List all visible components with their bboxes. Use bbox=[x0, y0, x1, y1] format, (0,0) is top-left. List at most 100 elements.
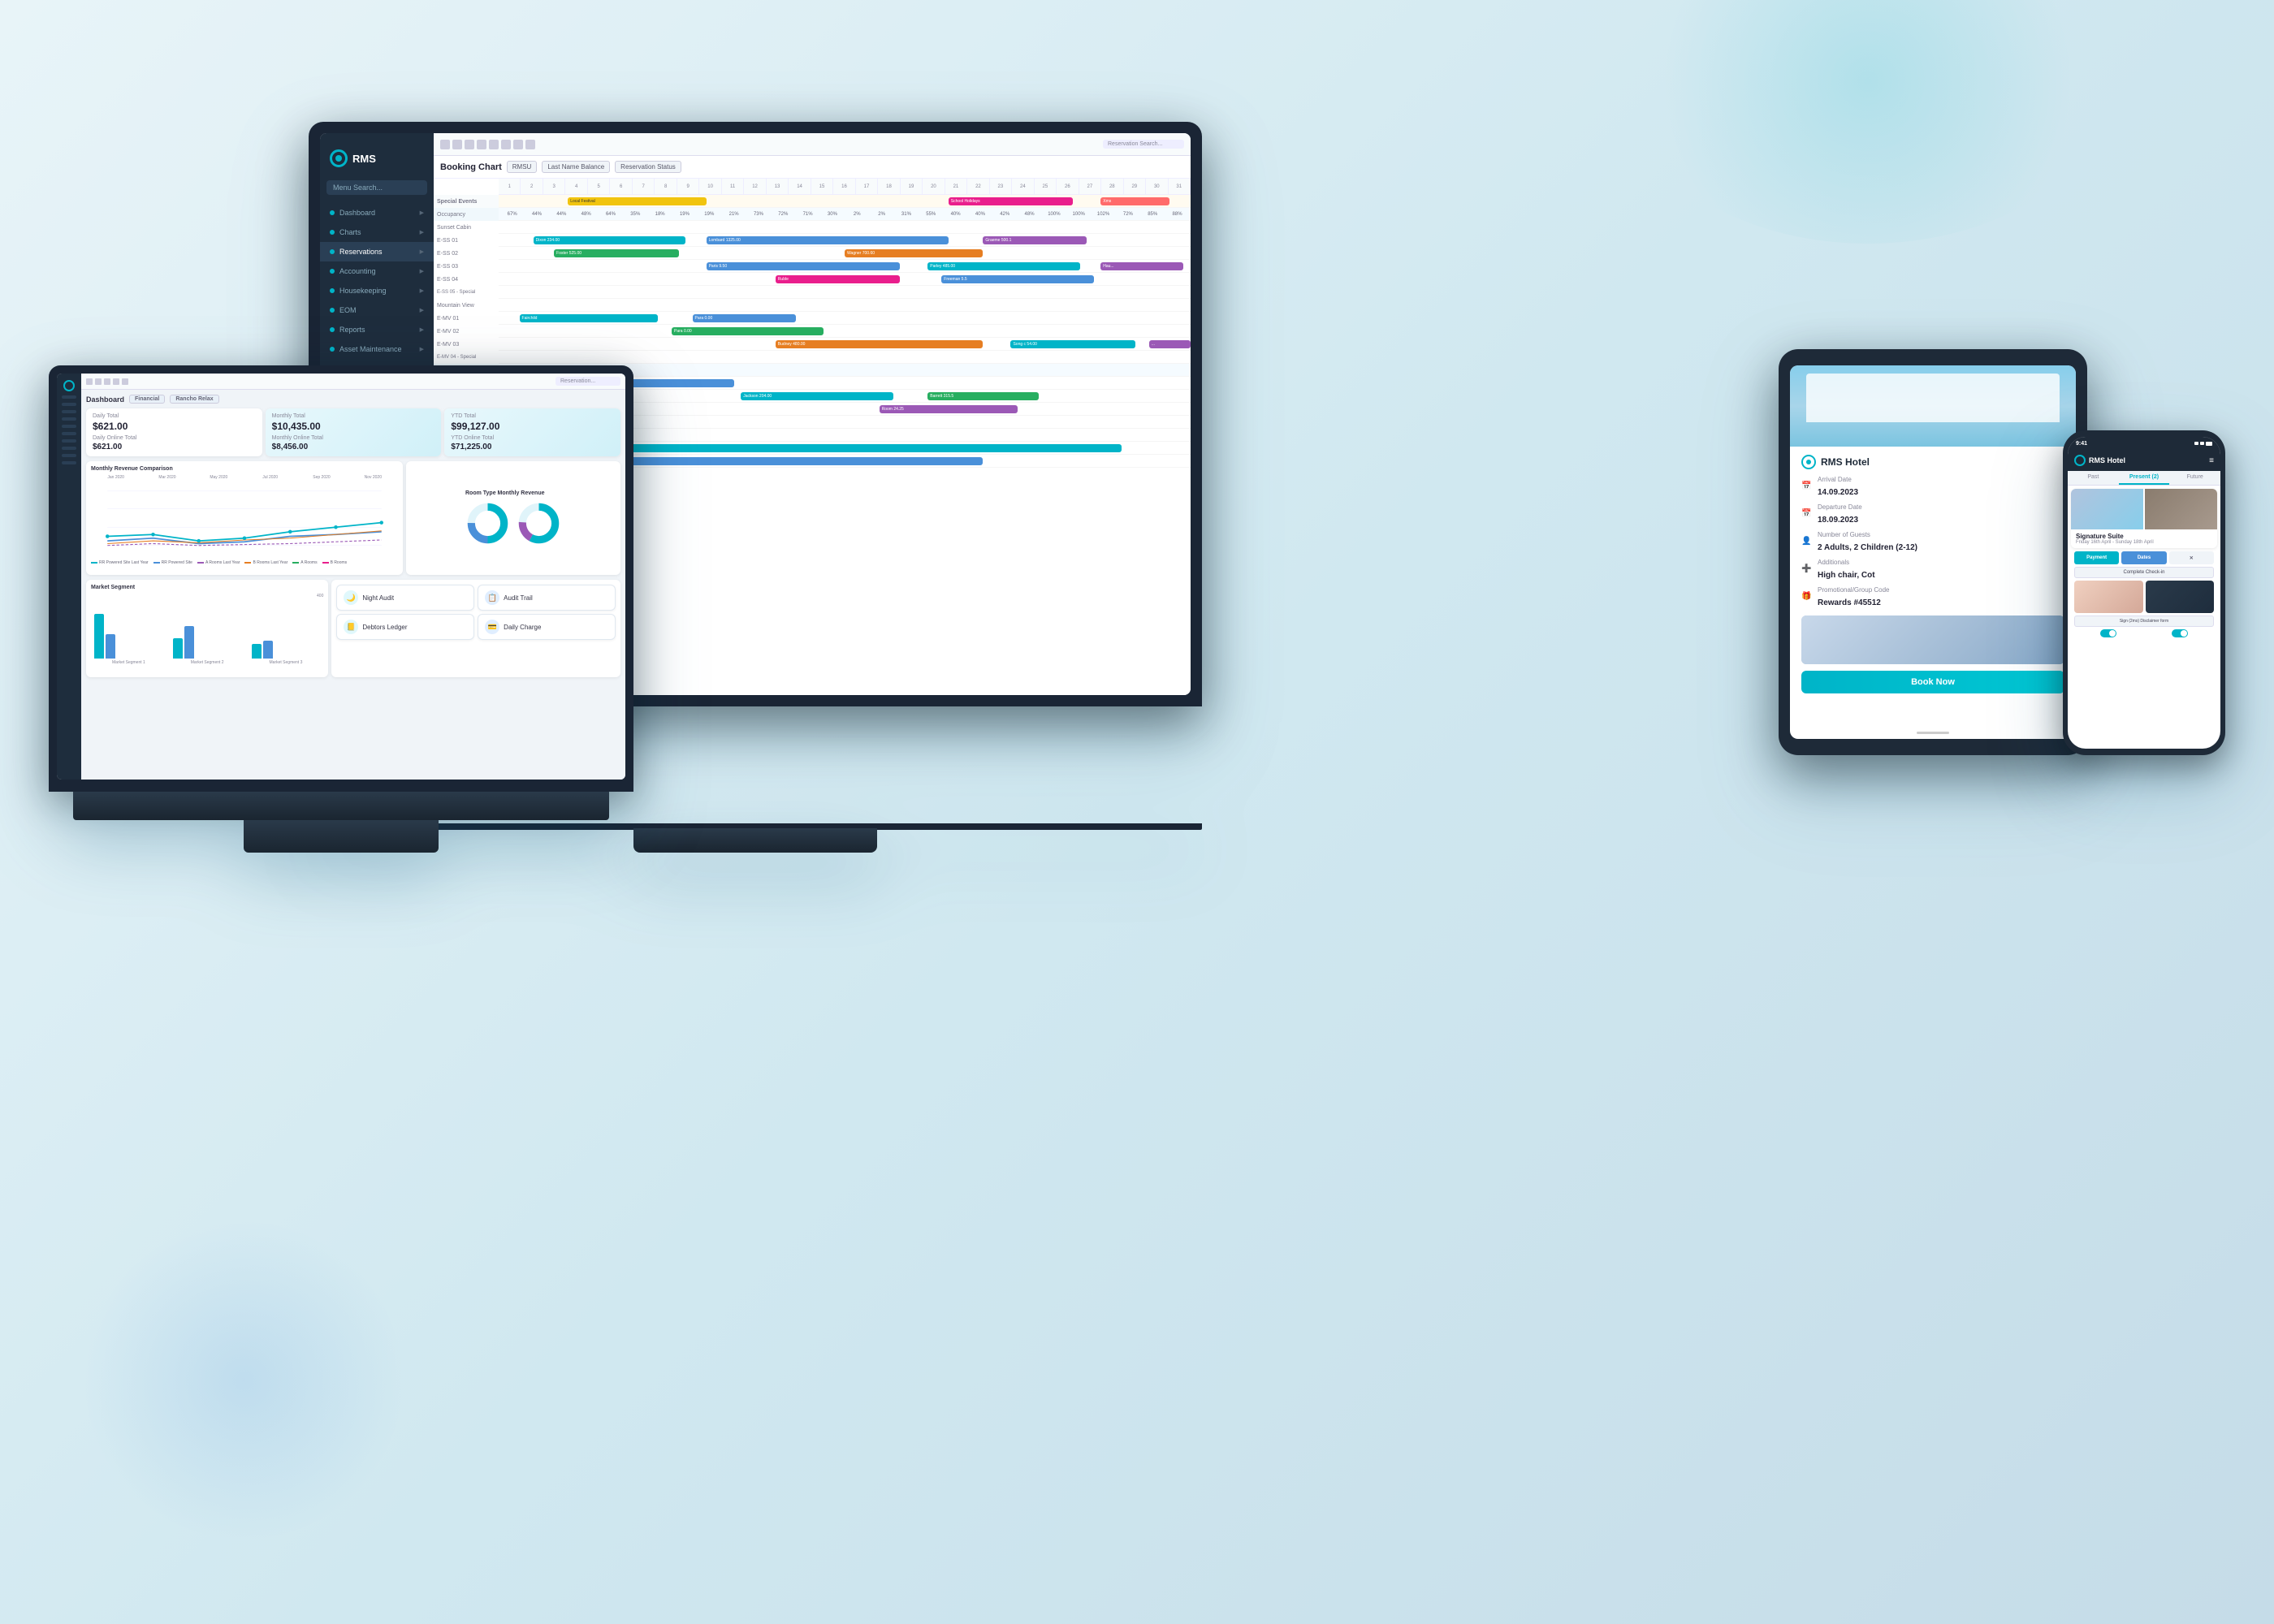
topbar-icon-5 bbox=[489, 140, 499, 149]
bar-xmas[interactable]: Xms bbox=[1100, 197, 1169, 205]
bar-ss03-2[interactable]: Parley 485.00 bbox=[927, 262, 1079, 270]
bar-ss02-2[interactable]: Wagner 700.60 bbox=[845, 249, 983, 257]
logo-inner-icon bbox=[335, 155, 342, 162]
date-20: 20 bbox=[923, 179, 945, 194]
market-segment-card: Market Segment 400 bbox=[86, 580, 328, 677]
small-nav-4[interactable] bbox=[62, 417, 76, 421]
debtors-ledger-label: Debtors Ledger bbox=[362, 624, 407, 631]
bar-mv01-1[interactable]: Fairchild bbox=[520, 314, 658, 322]
balance-filter[interactable]: Last Name Balance bbox=[542, 161, 610, 173]
small-nav-1[interactable] bbox=[62, 395, 76, 399]
payment-btn[interactable]: Payment bbox=[2074, 551, 2119, 564]
date-18: 18 bbox=[878, 179, 900, 194]
bar-mv01-2[interactable]: Para 0.00 bbox=[693, 314, 797, 322]
phone-tab-past[interactable]: Past bbox=[2068, 471, 2119, 485]
dates-btn[interactable]: Dates bbox=[2121, 551, 2166, 564]
debtors-ledger-btn[interactable]: 📒 Debtors Ledger bbox=[336, 614, 474, 640]
bar-ps02-1[interactable]: Jackson 204.00 bbox=[741, 392, 893, 400]
status-filter[interactable]: Reservation Status bbox=[615, 161, 681, 173]
charts-row: Monthly Revenue Comparison Jan 2020 Mar … bbox=[86, 461, 620, 575]
row-label-5: E-SS 04 bbox=[434, 273, 499, 286]
dash-filter-property[interactable]: Rancho Relax bbox=[170, 395, 218, 404]
topbar-icon-1 bbox=[440, 140, 450, 149]
line-chart-title: Monthly Revenue Comparison bbox=[91, 466, 398, 472]
stat-daily-label: Daily Total bbox=[93, 413, 256, 419]
topbar-icon-7 bbox=[513, 140, 523, 149]
dash-filter-financial[interactable]: Financial bbox=[129, 395, 165, 404]
bar-ss02-1[interactable]: Foster 525.00 bbox=[554, 249, 678, 257]
mini-img-2 bbox=[2146, 581, 2215, 613]
topbar-icons bbox=[440, 140, 535, 149]
small-nav-3[interactable] bbox=[62, 410, 76, 413]
property-filter[interactable]: RMSU bbox=[507, 161, 538, 173]
row-label-6: E-SS 05 - Special bbox=[434, 286, 499, 299]
arrival-date-label: Arrival Date bbox=[1818, 476, 1858, 483]
toggle-switch-2[interactable] bbox=[2172, 629, 2188, 637]
sign-form-btn[interactable]: Sign (2ms) Disclaimer form bbox=[2074, 615, 2214, 627]
legend-5: A Rooms bbox=[292, 560, 317, 565]
room-name: Signature Suite bbox=[2076, 533, 2212, 540]
small-nav-9[interactable] bbox=[62, 454, 76, 457]
small-nav-2[interactable] bbox=[62, 403, 76, 406]
bar-mv03-2[interactable]: Song c 54.00 bbox=[1010, 340, 1135, 348]
sidebar-search[interactable]: Menu Search... bbox=[326, 180, 427, 195]
bar-ss04-1[interactable]: Ruble bbox=[776, 275, 900, 283]
toggle-switch-1[interactable] bbox=[2100, 629, 2116, 637]
sidebar-dot-charts bbox=[330, 230, 335, 235]
dashboard-area: Dashboard Financial Rancho Relax Daily T… bbox=[81, 390, 625, 780]
sidebar-item-housekeeping[interactable]: Housekeeping ▶ bbox=[320, 281, 434, 300]
bar-ss01-2[interactable]: Lombard 1325.00 bbox=[707, 236, 949, 244]
arrival-date-value: 14.09.2023 bbox=[1818, 488, 1858, 497]
additionals-icon: ➕ bbox=[1801, 564, 1813, 576]
donut-chart-title: Room Type Monthly Revenue bbox=[465, 490, 561, 496]
bar-school-holidays[interactable]: School Holidays bbox=[949, 197, 1073, 205]
night-audit-btn[interactable]: 🌙 Night Audit bbox=[336, 585, 474, 611]
close-btn[interactable]: ✕ bbox=[2169, 551, 2214, 564]
bar-segment3-col2 bbox=[263, 641, 273, 659]
bar-ss01-3[interactable]: Graeme 500.1 bbox=[983, 236, 1087, 244]
sidebar-item-dashboard[interactable]: Dashboard ▶ bbox=[320, 203, 434, 222]
date-9: 9 bbox=[677, 179, 699, 194]
bar-mv03-3[interactable]: ... bbox=[1149, 340, 1191, 348]
bar-group-3 bbox=[252, 641, 321, 659]
bar-ss03-3[interactable]: Hau... bbox=[1100, 262, 1183, 270]
phone-time: 9:41 bbox=[2076, 441, 2087, 447]
daily-charge-btn[interactable]: 💳 Daily Charge bbox=[478, 614, 616, 640]
bar-ss04-2[interactable]: Freeman 5.5 bbox=[941, 275, 1093, 283]
sidebar-item-reservations[interactable]: Reservations ▶ bbox=[320, 242, 434, 261]
bar-ps03-1[interactable]: Room 24.25 bbox=[880, 405, 1018, 413]
sidebar-item-accounting[interactable]: Accounting ▶ bbox=[320, 261, 434, 281]
topbar-search[interactable]: Reservation Search... bbox=[1103, 140, 1184, 149]
bar-local-festival[interactable]: Local Festival bbox=[568, 197, 706, 205]
complete-checkin-btn[interactable]: Complete Check-in bbox=[2074, 567, 2214, 578]
small-nav-7[interactable] bbox=[62, 439, 76, 443]
donut-chart-card: Room Type Monthly Revenue bbox=[406, 461, 620, 575]
date-29: 29 bbox=[1124, 179, 1146, 194]
phone-tab-future[interactable]: Future bbox=[2169, 471, 2220, 485]
book-now-button[interactable]: Book Now bbox=[1801, 671, 2064, 693]
sidebar-item-reports[interactable]: Reports ▶ bbox=[320, 320, 434, 339]
hamburger-icon[interactable]: ≡ bbox=[2209, 456, 2214, 465]
audit-trail-btn[interactable]: 📋 Audit Trail bbox=[478, 585, 616, 611]
date-24: 24 bbox=[1012, 179, 1034, 194]
bar-ps02-2[interactable]: Barrett 315.5 bbox=[927, 392, 1038, 400]
promo-icon: 🎁 bbox=[1801, 592, 1813, 603]
sidebar-item-charts[interactable]: Charts ▶ bbox=[320, 222, 434, 242]
stat-daily-online-label: Daily Online Total bbox=[93, 435, 256, 441]
bar-ss03-1[interactable]: Paris 9.50 bbox=[707, 262, 901, 270]
legend-3: A Rooms Last Year bbox=[197, 560, 240, 565]
sidebar-item-asset[interactable]: Asset Maintenance ▶ bbox=[320, 339, 434, 359]
small-nav-10[interactable] bbox=[62, 461, 76, 464]
bar-mv02-1[interactable]: Para 0.00 bbox=[672, 327, 824, 335]
sidebar-item-eom[interactable]: EOM ▶ bbox=[320, 300, 434, 320]
stat-ytd-label: YTD Total bbox=[451, 413, 614, 419]
small-search[interactable]: Reservation... bbox=[556, 377, 620, 386]
small-nav-8[interactable] bbox=[62, 447, 76, 450]
additionals-row: ➕ Additionals High chair, Cot bbox=[1801, 559, 2064, 581]
chart-row-ss02: Foster 525.00 Wagner 700.60 bbox=[499, 247, 1191, 260]
bar-ss01-1[interactable]: Dixon 234.00 bbox=[534, 236, 685, 244]
bar-mv03-1[interactable]: Budney 480.00 bbox=[776, 340, 984, 348]
small-nav-5[interactable] bbox=[62, 425, 76, 428]
small-nav-6[interactable] bbox=[62, 432, 76, 435]
phone-tab-present[interactable]: Present (2) bbox=[2119, 471, 2170, 485]
